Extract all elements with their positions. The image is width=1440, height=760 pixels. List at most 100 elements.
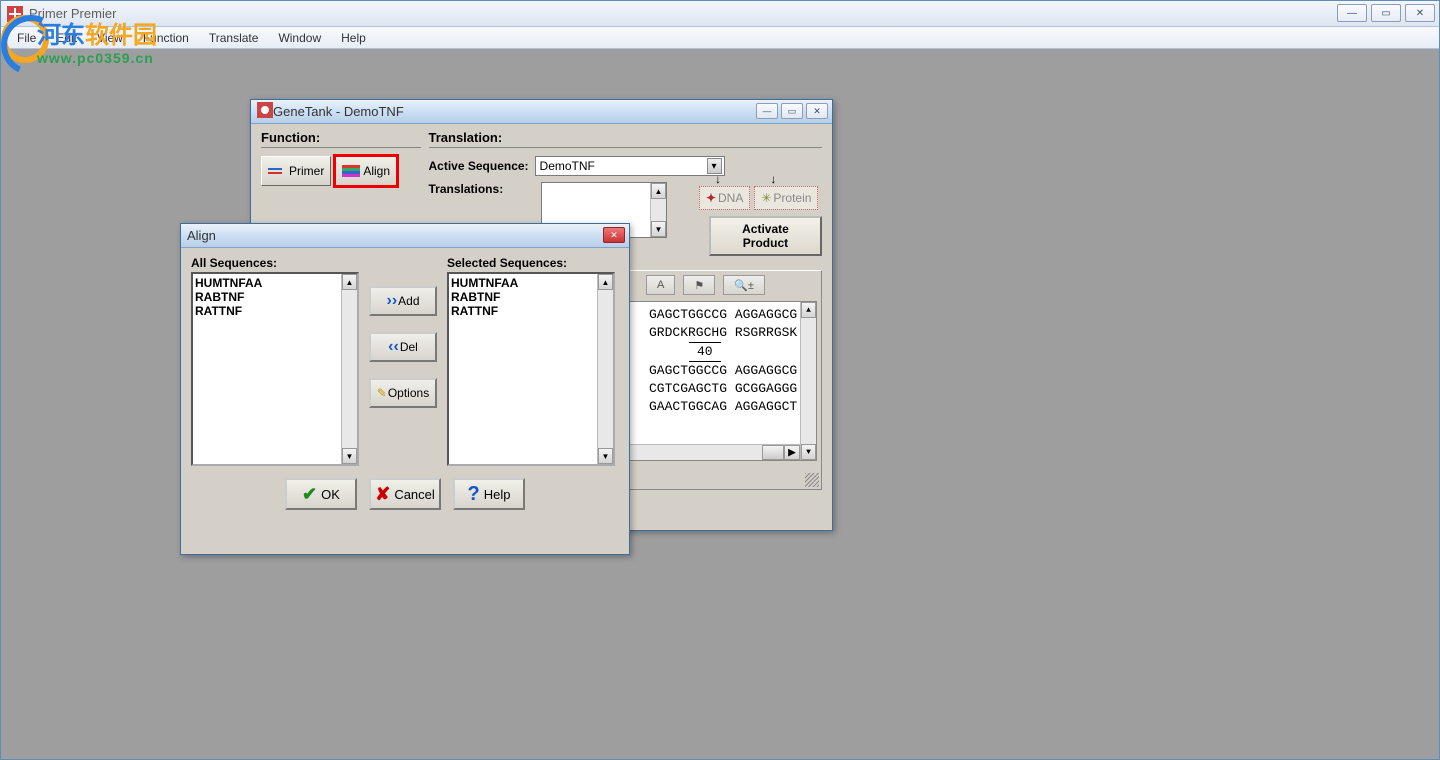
align-button-label: Align <box>363 164 390 178</box>
genetank-titlebar[interactable]: GeneTank - DemoTNF — ▭ ✕ <box>251 100 832 124</box>
ok-button[interactable]: ✔ OK <box>285 478 357 510</box>
active-sequence-dropdown[interactable]: DemoTNF <box>535 156 725 176</box>
minimize-button[interactable]: — <box>1337 4 1367 22</box>
scroll-down-icon[interactable]: ▼ <box>598 448 613 464</box>
sequence-vscrollbar[interactable]: ▲ ▼ <box>800 302 816 460</box>
all-sequences-column: All Sequences: HUMTNFAA RABTNF RATTNF ▲ … <box>191 256 359 466</box>
selected-list-scrollbar[interactable]: ▲ ▼ <box>597 274 613 464</box>
menu-function[interactable]: Function <box>133 29 199 47</box>
scroll-up-icon[interactable]: ▲ <box>342 274 357 290</box>
menu-view[interactable]: View <box>87 29 133 47</box>
translations-scrollbar[interactable]: ▲ ▼ <box>650 183 666 237</box>
add-button[interactable]: ›› Add <box>369 286 437 316</box>
dna-button-label: DNA <box>718 191 743 205</box>
scroll-right-icon[interactable]: ▶ <box>784 445 800 460</box>
app-icon <box>7 6 23 22</box>
selected-sequences-label: Selected Sequences: <box>447 256 615 270</box>
genetank-title: GeneTank - DemoTNF <box>273 104 404 119</box>
main-window: Primer Premier — ▭ ✕ File Edit View Func… <box>0 0 1440 760</box>
menubar: File Edit View Function Translate Window… <box>1 27 1439 49</box>
main-titlebar: Primer Premier — ▭ ✕ <box>1 1 1439 27</box>
help-button[interactable]: ? Help <box>453 478 525 510</box>
genetank-minimize-button[interactable]: — <box>756 103 778 119</box>
menu-window[interactable]: Window <box>268 29 331 47</box>
list-item[interactable]: HUMTNFAA <box>195 276 355 290</box>
toolbar-zoom-button[interactable]: 🔍± <box>723 275 765 295</box>
protein-button-label: Protein <box>773 191 811 205</box>
translation-label: Translation: <box>429 130 823 145</box>
all-sequences-list[interactable]: HUMTNFAA RABTNF RATTNF ▲ ▼ <box>191 272 359 466</box>
dna-button[interactable]: ✦ DNA <box>699 186 750 210</box>
align-titlebar[interactable]: Align ✕ <box>181 224 629 248</box>
seq-position: 40 <box>689 342 721 362</box>
list-item[interactable]: HUMTNFAA <box>451 276 611 290</box>
list-item[interactable]: RATTNF <box>195 304 355 318</box>
list-item[interactable]: RABTNF <box>195 290 355 304</box>
all-list-scrollbar[interactable]: ▲ ▼ <box>341 274 357 464</box>
menu-translate[interactable]: Translate <box>199 29 269 47</box>
maximize-button[interactable]: ▭ <box>1371 4 1401 22</box>
menu-file[interactable]: File <box>7 29 46 47</box>
watermark-url: www.pc0359.cn <box>37 50 157 66</box>
align-controls: ✕ <box>603 227 625 243</box>
resize-grip-icon[interactable] <box>805 473 819 487</box>
genetank-icon <box>257 102 273 121</box>
align-body: All Sequences: HUMTNFAA RABTNF RATTNF ▲ … <box>181 248 629 522</box>
list-item[interactable]: RABTNF <box>451 290 611 304</box>
dna-icon: ✦ <box>706 191 716 205</box>
translations-label: Translations: <box>429 182 535 196</box>
menu-edit[interactable]: Edit <box>46 29 87 47</box>
align-title: Align <box>187 228 216 243</box>
cancel-button[interactable]: ✘ Cancel <box>369 478 441 510</box>
align-dialog-buttons: ✔ OK ✘ Cancel ? Help <box>191 478 619 510</box>
toolbar-flag-button[interactable]: ⚑ <box>683 275 715 295</box>
seq-line: CGTCGAGCTG GCGGAGGG <box>649 380 812 398</box>
align-middle-buttons: ›› Add ‹‹ Del ✎ Options <box>369 256 437 466</box>
close-button[interactable]: ✕ <box>1405 4 1435 22</box>
sequence-toolbar: A ⚑ 🔍± <box>646 275 817 295</box>
activate-product-label: Activate Product <box>742 222 789 250</box>
question-icon: ? <box>468 483 480 506</box>
translation-buttons-col: ↓ ✦ DNA ↓ ✳ <box>673 182 822 256</box>
chevron-right-icon: ›› <box>386 292 397 310</box>
cancel-button-label: Cancel <box>394 487 434 502</box>
activate-product-button[interactable]: Activate Product <box>709 216 822 256</box>
genetank-controls: — ▭ ✕ <box>756 103 828 119</box>
selected-sequences-column: Selected Sequences: HUMTNFAA RABTNF RATT… <box>447 256 615 466</box>
genetank-maximize-button[interactable]: ▭ <box>781 103 803 119</box>
menu-help[interactable]: Help <box>331 29 376 47</box>
align-icon <box>342 165 360 177</box>
protein-icon: ✳ <box>761 191 771 205</box>
all-sequences-label: All Sequences: <box>191 256 359 270</box>
scroll-down-icon[interactable]: ▼ <box>651 221 666 237</box>
list-item[interactable]: RATTNF <box>451 304 611 318</box>
options-icon: ✎ <box>377 386 387 400</box>
primer-button[interactable]: Primer <box>261 156 331 186</box>
seq-line: GAACTGGCAG AGGAGGCT <box>649 398 812 416</box>
genetank-close-button[interactable]: ✕ <box>806 103 828 119</box>
scroll-up-icon[interactable]: ▲ <box>598 274 613 290</box>
add-button-label: Add <box>398 294 419 308</box>
scroll-down-icon[interactable]: ▼ <box>342 448 357 464</box>
seq-line: GAGCTGGCCG AGGAGGCG <box>649 306 812 324</box>
hscroll-thumb[interactable] <box>762 445 784 460</box>
active-sequence-value: DemoTNF <box>540 159 595 173</box>
main-window-controls: — ▭ ✕ <box>1337 4 1435 22</box>
protein-button[interactable]: ✳ Protein <box>754 186 818 210</box>
toolbar-a-button[interactable]: A <box>646 275 675 295</box>
help-button-label: Help <box>484 487 511 502</box>
scroll-up-icon[interactable]: ▲ <box>651 183 666 199</box>
align-button[interactable]: Align <box>335 156 397 186</box>
active-sequence-label: Active Sequence: <box>429 159 529 173</box>
primer-icon <box>268 168 286 174</box>
primer-button-label: Primer <box>289 164 324 178</box>
align-close-button[interactable]: ✕ <box>603 227 625 243</box>
options-button[interactable]: ✎ Options <box>369 378 437 408</box>
app-title: Primer Premier <box>29 6 116 21</box>
scroll-up-icon[interactable]: ▲ <box>801 302 816 318</box>
x-icon: ✘ <box>375 484 390 505</box>
check-icon: ✔ <box>302 484 317 505</box>
scroll-down-icon[interactable]: ▼ <box>801 444 816 460</box>
del-button[interactable]: ‹‹ Del <box>369 332 437 362</box>
selected-sequences-list[interactable]: HUMTNFAA RABTNF RATTNF ▲ ▼ <box>447 272 615 466</box>
